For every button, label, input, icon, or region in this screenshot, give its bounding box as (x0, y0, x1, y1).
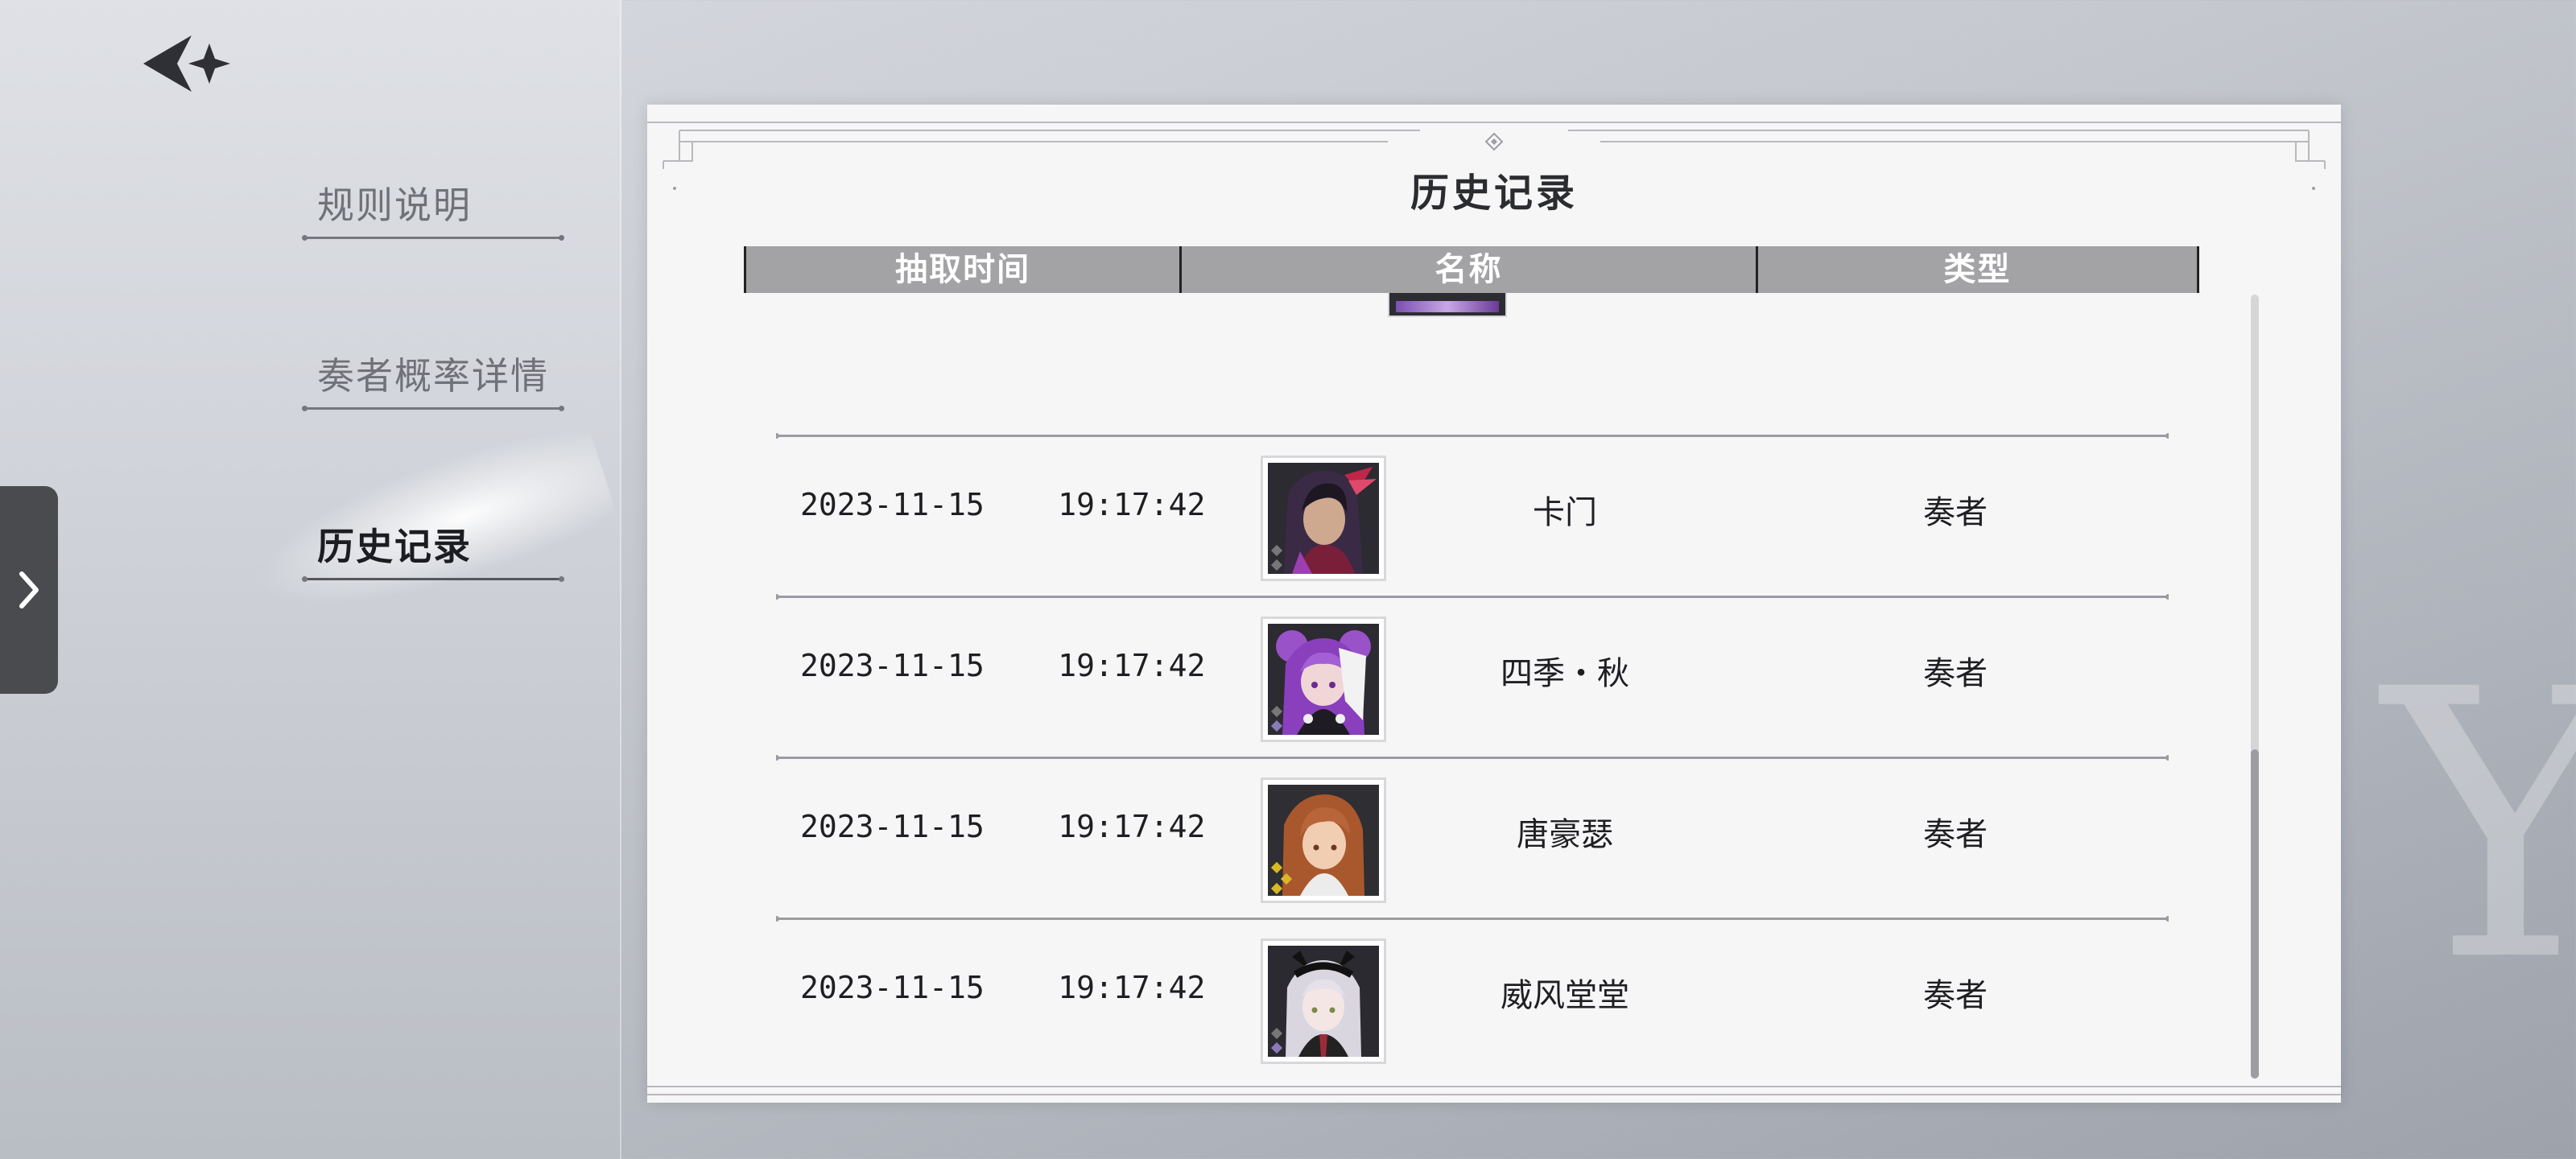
character-avatar (1261, 777, 1386, 903)
ornamental-frame-bottom (647, 1086, 2341, 1095)
character-type: 奏者 (1923, 816, 1988, 853)
background-glyph-right: Y (2383, 612, 2576, 1042)
table-header: 抽取时间 名称 类型 (744, 246, 2199, 293)
history-table-body[interactable]: 2023-11-15 19:17:42 卡门 奏者 2023-11-15 19:… (776, 293, 2169, 1066)
character-type: 奏者 (1923, 494, 1988, 531)
draw-date: 2023-11-15 (800, 809, 985, 844)
carmen-portrait-icon (1268, 463, 1379, 574)
draw-date: 2023-11-15 (800, 970, 985, 1005)
character-avatar (1261, 617, 1386, 742)
draw-date: 2023-11-15 (800, 648, 985, 683)
draw-clock-time: 19:17:42 (1058, 970, 1206, 1005)
menu-item-label: 历史记录 (317, 525, 472, 568)
draw-clock-time: 19:17:42 (1058, 648, 1206, 683)
menu-item-history[interactable]: 历史记录 (302, 518, 564, 582)
pomp-and-circumstance-portrait-icon (1268, 946, 1379, 1057)
chevron-right-icon (19, 571, 39, 608)
table-row[interactable]: 2023-11-15 19:17:42 唐豪瑟 奏者 (776, 755, 2169, 918)
table-row[interactable]: 2023-11-15 19:17:42 卡门 奏者 (776, 433, 2169, 596)
menu-item-label: 奏者概率详情 (317, 354, 549, 398)
draw-time-cell: 2023-11-15 19:17:42 (800, 648, 1205, 683)
scrollbar-thumb[interactable] (2251, 749, 2259, 1079)
column-header-name: 名称 (1179, 246, 1756, 293)
back-arrow-icon (143, 35, 230, 92)
character-name: 四季・秋 (1501, 655, 1629, 692)
character-type: 奏者 (1923, 655, 1988, 692)
character-avatar (1261, 456, 1386, 581)
character-avatar (1261, 938, 1386, 1064)
history-panel: 历史记录 抽取时间 名称 类型 2023-11-15 19:17:42 卡门 奏… (647, 105, 2341, 1103)
expand-side-tab[interactable] (0, 486, 58, 694)
column-header-draw-time: 抽取时间 (895, 251, 1031, 288)
row-divider (776, 755, 2169, 761)
row-divider (776, 594, 2169, 600)
table-row[interactable]: 2023-11-15 19:17:42 (776, 916, 2169, 1066)
draw-time-cell: 2023-11-15 19:17:42 (800, 809, 1205, 844)
menu-item-rules[interactable]: 规则说明 (302, 177, 564, 241)
character-name: 威风堂堂 (1501, 977, 1629, 1014)
row-divider (776, 916, 2169, 922)
four-seasons-autumn-portrait-icon (1268, 624, 1379, 735)
draw-date: 2023-11-15 (800, 487, 985, 522)
scrollbar[interactable] (2251, 295, 2259, 1079)
back-button[interactable] (135, 29, 240, 98)
tannhauser-portrait-icon (1268, 785, 1379, 896)
menu-item-probability-details[interactable]: 奏者概率详情 (302, 348, 564, 411)
draw-clock-time: 19:17:42 (1058, 487, 1206, 522)
menu-item-underline (302, 406, 564, 411)
character-type: 奏者 (1923, 977, 1988, 1014)
sidebar: 规则说明 奏者概率详情 历史记录 (0, 0, 622, 1159)
menu-item-underline (302, 235, 564, 241)
panel-title: 历史记录 (1410, 171, 1578, 216)
menu-item-underline (302, 576, 564, 582)
partial-row-avatar (1388, 293, 1507, 317)
draw-time-cell: 2023-11-15 19:17:42 (800, 970, 1205, 1005)
character-name: 卡门 (1533, 494, 1597, 531)
character-name: 唐豪瑟 (1517, 816, 1613, 853)
draw-time-cell: 2023-11-15 19:17:42 (800, 487, 1205, 522)
row-divider (776, 433, 2169, 439)
menu-item-label: 规则说明 (317, 184, 472, 227)
table-row[interactable]: 2023-11-15 19:17:42 (776, 594, 2169, 757)
draw-clock-time: 19:17:42 (1058, 809, 1206, 844)
column-header-type: 类型 (1755, 246, 2197, 293)
